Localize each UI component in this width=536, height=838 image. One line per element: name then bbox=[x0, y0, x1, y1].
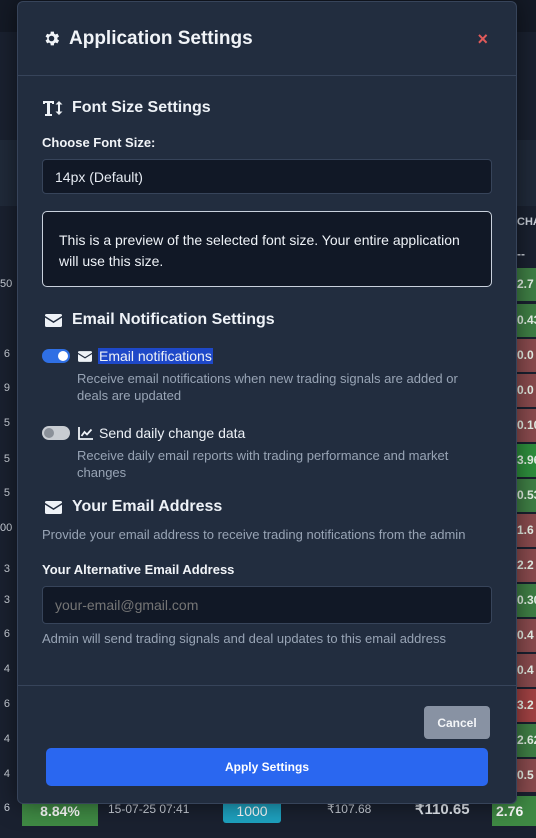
daily-change-desc: Receive daily email reports with trading… bbox=[77, 448, 449, 480]
bg-left-cell: 6 bbox=[3, 802, 10, 814]
bg-left-cell: 4 bbox=[3, 663, 10, 675]
bg-left-cell: 00 bbox=[0, 522, 13, 534]
font-section-label: Font Size Settings bbox=[72, 99, 211, 116]
bg-change-cell: 0.43 bbox=[516, 304, 536, 337]
font-size-label: Choose Font Size: bbox=[42, 135, 156, 150]
cancel-button[interactable]: Cancel bbox=[424, 706, 490, 739]
daily-change-switch[interactable] bbox=[42, 426, 70, 440]
email-notifications-desc: Receive email notifications when new tra… bbox=[77, 371, 458, 403]
toggle-email-notifications[interactable]: Email notifications bbox=[42, 348, 492, 364]
email-address-section-label: Your Email Address bbox=[72, 498, 223, 515]
bg-left-cell: 6 bbox=[3, 348, 10, 360]
switch-knob bbox=[44, 428, 54, 438]
bg-price: ₹107.68 bbox=[327, 802, 372, 816]
bg-left-cell: 4 bbox=[3, 733, 10, 745]
modal-title: Application Settings bbox=[69, 27, 253, 49]
switch-knob bbox=[58, 351, 68, 361]
envelope-icon bbox=[78, 350, 92, 362]
text-height-icon bbox=[42, 100, 64, 116]
daily-change-label[interactable]: Send daily change data bbox=[99, 425, 245, 441]
modal-header: Application Settings × bbox=[18, 2, 516, 76]
bg-left-cell: 50 bbox=[0, 278, 13, 290]
bg-change-cell: 3.2 bbox=[516, 689, 536, 722]
bg-dashes: -- bbox=[517, 247, 525, 261]
bg-change-cell: 2.7 bbox=[516, 268, 536, 301]
font-preview-text: This is a preview of the selected font s… bbox=[59, 232, 460, 269]
bg-left-cell: 5 bbox=[3, 453, 10, 465]
alt-email-wrapper bbox=[42, 586, 492, 624]
bg-left-cell: 5 bbox=[3, 487, 10, 499]
bg-change-cell: 1.6 bbox=[516, 514, 536, 547]
email-notifications-label[interactable]: Email notifications bbox=[98, 348, 213, 364]
email-notifications-switch[interactable] bbox=[42, 349, 70, 363]
bg-left-cell: 9 bbox=[3, 382, 10, 394]
bg-change-cell: 0.5 bbox=[516, 759, 536, 792]
bg-left-cell: 6 bbox=[3, 628, 10, 640]
envelope-icon bbox=[42, 500, 64, 514]
bg-left-cell: 3 bbox=[3, 594, 10, 606]
bg-left-cell: 6 bbox=[3, 698, 10, 710]
bg-change-cell: 0.0 bbox=[516, 339, 536, 372]
alt-email-help: Admin will send trading signals and deal… bbox=[42, 631, 446, 646]
close-button[interactable]: × bbox=[477, 29, 488, 50]
bg-change-cell: 0.30 bbox=[516, 584, 536, 617]
bg-change-cell: 0.4 bbox=[516, 654, 536, 687]
bg-change-cell: 0.0 bbox=[516, 374, 536, 407]
email-address-section-title: Your Email Address bbox=[42, 498, 492, 516]
email-notif-section-label: Email Notification Settings bbox=[72, 311, 275, 328]
chart-line-icon bbox=[78, 426, 93, 440]
bg-left-cell: 5 bbox=[3, 417, 10, 429]
font-section-title: Font Size Settings bbox=[42, 99, 492, 117]
settings-modal: Application Settings × Font Size Setting… bbox=[17, 1, 517, 804]
gear-icon bbox=[42, 29, 61, 48]
toggle-daily-change[interactable]: Send daily change data bbox=[42, 425, 492, 441]
bg-change-cell: 3.96 bbox=[516, 444, 536, 477]
modal-footer: Cancel Apply Settings bbox=[18, 685, 516, 803]
bg-left-cell: 4 bbox=[3, 768, 10, 780]
bg-change-cell: 2.2 bbox=[516, 549, 536, 582]
font-size-selected: 14px (Default) bbox=[55, 168, 143, 185]
bg-change-cell: 0.4 bbox=[516, 619, 536, 652]
font-size-select[interactable]: 14px (Default) bbox=[42, 159, 492, 194]
alt-email-input[interactable] bbox=[42, 586, 492, 624]
bg-left-cell: 3 bbox=[3, 563, 10, 575]
bg-column-header: CHA bbox=[517, 216, 536, 228]
bg-change-cell: 2.62 bbox=[516, 724, 536, 757]
bg-change-cell: 0.53 bbox=[516, 479, 536, 512]
bg-datetime: 15-07-25 07:41 bbox=[108, 802, 190, 816]
email-address-subtitle: Provide your email address to receive tr… bbox=[42, 527, 466, 542]
bg-change-cell: 0.10 bbox=[516, 409, 536, 442]
alt-email-label: Your Alternative Email Address bbox=[42, 562, 235, 577]
apply-settings-button[interactable]: Apply Settings bbox=[46, 748, 488, 786]
font-preview-box: This is a preview of the selected font s… bbox=[42, 211, 492, 287]
envelope-icon bbox=[42, 313, 64, 327]
modal-body: Font Size Settings Choose Font Size: 14p… bbox=[18, 76, 516, 646]
email-notif-section-title: Email Notification Settings bbox=[42, 311, 492, 329]
